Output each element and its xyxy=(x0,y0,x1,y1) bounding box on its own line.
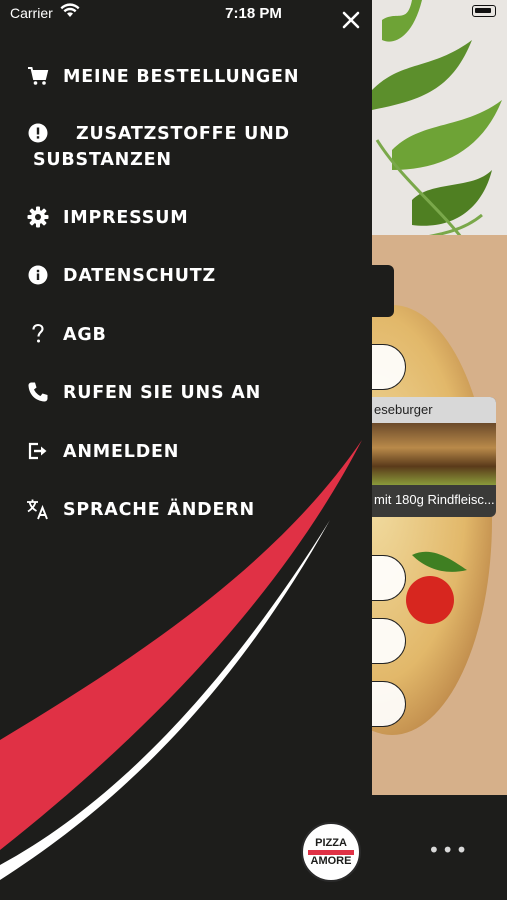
menu-item-label: RUFEN SIE UNS AN xyxy=(63,383,262,403)
menu-item-label: ANMELDEN xyxy=(63,442,180,462)
status-time: 7:18 PM xyxy=(225,5,282,22)
gear-icon xyxy=(26,205,50,229)
product-card-description: mit 180g Rindfleisc... xyxy=(374,492,495,507)
info-icon xyxy=(26,263,50,287)
logo-text-bottom: AMORE xyxy=(310,854,352,867)
burger-image xyxy=(372,423,496,485)
background-tab[interactable] xyxy=(372,265,394,317)
menu-item-label: DATENSCHUTZ xyxy=(63,266,216,286)
menu-item-login[interactable]: ANMELDEN xyxy=(0,439,372,465)
battery-icon xyxy=(472,5,496,17)
product-card[interactable]: eseburger mit 180g Rindfleisc... xyxy=(372,397,496,517)
product-card-title: eseburger xyxy=(372,397,496,423)
more-icon[interactable]: ••• xyxy=(428,838,469,862)
logo-band xyxy=(308,849,354,855)
menu-item-terms[interactable]: AGB xyxy=(0,322,372,348)
cart-icon xyxy=(26,64,50,88)
translate-icon xyxy=(26,497,50,521)
menu-item-label: SPRACHE ÄNDERN xyxy=(63,500,255,520)
login-icon xyxy=(26,439,50,463)
pizza-amore-logo: PIZZA AMORE xyxy=(301,822,361,882)
menu-item-privacy[interactable]: DATENSCHUTZ xyxy=(0,263,372,289)
close-icon[interactable] xyxy=(337,5,365,33)
phone-icon xyxy=(26,380,50,404)
menu-item-label: AGB xyxy=(63,325,107,345)
menu-item-label: MEINE BESTELLUNGEN xyxy=(63,67,300,87)
background-app: eseburger mit 180g Rindfleisc... ••• xyxy=(372,0,507,900)
menu-item-additives[interactable]: ZUSATZSTOFFE UND SUBSTANZEN xyxy=(0,121,372,173)
background-food-photo: eseburger mit 180g Rindfleisc... xyxy=(372,0,507,795)
menu-item-orders[interactable]: MEINE BESTELLUNGEN xyxy=(0,64,372,90)
menu-item-language[interactable]: SPRACHE ÄNDERN xyxy=(0,497,372,523)
menu-item-label: ZUSATZSTOFFE UND SUBSTANZEN xyxy=(33,124,290,170)
logo-text-top: PIZZA xyxy=(315,836,347,849)
menu-item-call[interactable]: RUFEN SIE UNS AN xyxy=(0,380,372,406)
arugula-leaves-image xyxy=(372,0,502,252)
side-drawer: Carrier 7:18 PM MEINE BESTELLUNGEN ZUSAT… xyxy=(0,0,372,900)
menu-item-label: IMPRESSUM xyxy=(63,208,189,228)
menu-item-imprint[interactable]: IMPRESSUM xyxy=(0,205,372,231)
question-icon xyxy=(26,322,50,346)
